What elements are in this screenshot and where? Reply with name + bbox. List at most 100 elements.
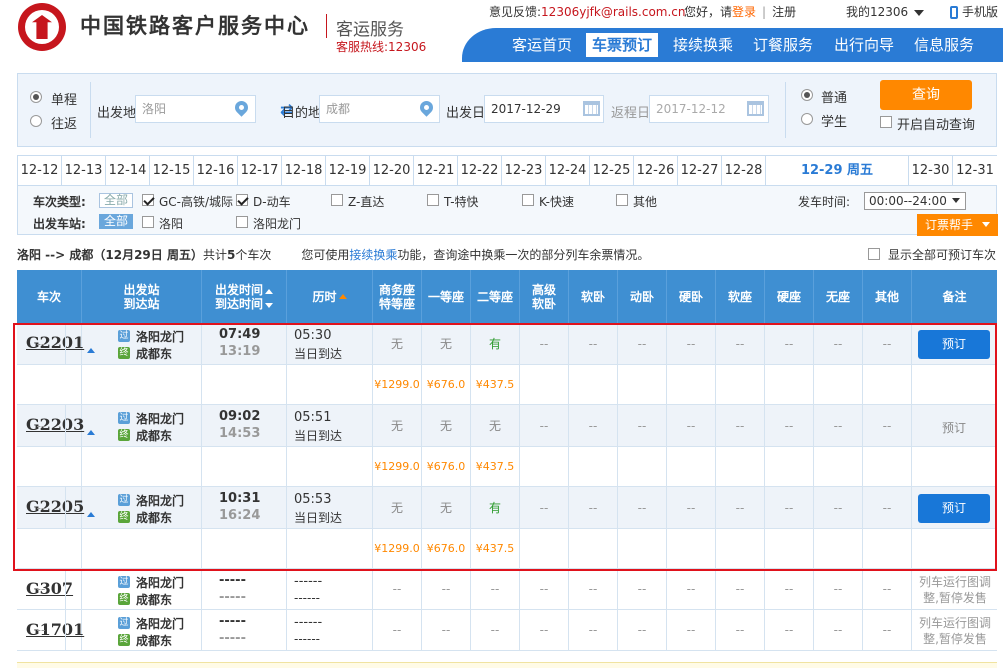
type-gc-checkbox[interactable]: [142, 194, 154, 206]
book-button[interactable]: 预订: [918, 330, 990, 359]
date-tab[interactable]: 12-20: [370, 156, 414, 186]
seat-availability: 无: [373, 405, 422, 446]
from-station[interactable]: 洛阳龙门: [136, 574, 184, 591]
feedback-email-link[interactable]: 12306yjfk@rails.com.cn: [541, 5, 685, 19]
login-link[interactable]: 登录: [732, 5, 756, 19]
from-station[interactable]: 洛阳龙门: [136, 615, 184, 632]
date-tab[interactable]: 12-30: [909, 156, 953, 186]
calendar-icon[interactable]: [583, 101, 600, 116]
col-times[interactable]: 出发时间 到达时间: [202, 270, 287, 323]
seat-availability: --: [814, 569, 863, 609]
railway-logo-icon[interactable]: [18, 3, 66, 51]
book-button[interactable]: 预订: [918, 494, 990, 523]
type-t-checkbox[interactable]: [427, 194, 439, 206]
my12306-menu[interactable]: 我的12306: [846, 3, 925, 20]
seat-availability: 有: [471, 323, 520, 364]
sort-asc-icon[interactable]: [265, 288, 273, 294]
from-station[interactable]: 洛阳龙门: [136, 492, 184, 509]
date-tab[interactable]: 12-13: [62, 156, 106, 186]
price-cell: [618, 447, 667, 486]
date-tab[interactable]: 12-31: [953, 156, 997, 186]
date-tab[interactable]: 12-24: [546, 156, 590, 186]
price-cell: [863, 365, 912, 404]
date-tab[interactable]: 12-23: [502, 156, 546, 186]
date-tab[interactable]: 12-25: [590, 156, 634, 186]
nav-meal[interactable]: 订餐服务: [753, 33, 813, 57]
ticket-price: ¥676.0: [426, 378, 466, 391]
ticket-price: ¥676.0: [426, 542, 466, 555]
seat-availability: --: [569, 405, 618, 446]
from-station[interactable]: 洛阳龙门: [136, 410, 184, 427]
expand-stops-icon[interactable]: [87, 512, 95, 517]
trip-single-radio[interactable]: [30, 91, 42, 103]
date-tab[interactable]: 12-27: [678, 156, 722, 186]
price-cell: [716, 529, 765, 568]
station-end-icon: 终: [118, 592, 130, 605]
seat-availability: --: [863, 610, 912, 650]
register-link[interactable]: 注册: [772, 5, 796, 19]
expand-stops-icon[interactable]: [87, 430, 95, 435]
to-station[interactable]: 成都东: [136, 632, 172, 649]
date-tab[interactable]: 12-16: [194, 156, 238, 186]
depart-time-select[interactable]: 00:00--24:00: [864, 192, 966, 210]
nav-home[interactable]: 客运首页: [512, 33, 572, 57]
booking-helper-button[interactable]: 订票帮手: [917, 214, 998, 236]
type-d-checkbox[interactable]: [236, 194, 248, 206]
nav-transfer[interactable]: 接续换乘: [673, 33, 733, 57]
to-station[interactable]: 成都东: [136, 427, 172, 444]
auto-query-checkbox[interactable]: [880, 116, 892, 128]
date-tab[interactable]: 12-18: [282, 156, 326, 186]
mobile-link[interactable]: 手机版: [950, 3, 998, 20]
price-cell: [618, 529, 667, 568]
date-tab[interactable]: 12-26: [634, 156, 678, 186]
calendar-icon[interactable]: [747, 101, 764, 116]
transfer-link[interactable]: 接续换乘: [349, 248, 397, 262]
col-duration[interactable]: 历时: [287, 270, 373, 323]
nav-travel-guide[interactable]: 出行向导: [834, 33, 894, 57]
seat-availability: --: [814, 323, 863, 364]
date-tab[interactable]: 12-12: [18, 156, 62, 186]
ticket-student-radio[interactable]: [801, 113, 813, 125]
date-tab[interactable]: 12-21: [414, 156, 458, 186]
nav-info[interactable]: 信息服务: [914, 33, 974, 57]
depart-date-label: 出发日: [446, 106, 486, 121]
col-train-no[interactable]: 车次: [17, 270, 82, 323]
station-longmen-checkbox[interactable]: [236, 216, 248, 228]
price-cell: [765, 447, 814, 486]
train-type-all-button[interactable]: 全部: [99, 193, 134, 208]
date-tab-active[interactable]: 12-29 周五: [766, 156, 909, 186]
date-tab[interactable]: 12-15: [150, 156, 194, 186]
expand-stops-icon[interactable]: [87, 348, 95, 353]
date-tab[interactable]: 12-14: [106, 156, 150, 186]
to-station[interactable]: 成都东: [136, 345, 172, 362]
search-panel: 单程 往返 出发地 洛阳 ⇄ 目的地 成都 出发日 2017-12-29 返程日…: [17, 73, 997, 147]
sort-asc-icon[interactable]: [338, 294, 347, 299]
date-tab[interactable]: 12-28: [722, 156, 766, 186]
station-luoyang-checkbox[interactable]: [142, 216, 154, 228]
date-tab[interactable]: 12-19: [326, 156, 370, 186]
feedback-info: 意见反馈:12306yjfk@rails.com.cn: [489, 5, 686, 19]
duration: ------: [294, 573, 323, 589]
phone-icon: [950, 6, 958, 19]
to-station[interactable]: 成都东: [136, 591, 172, 608]
date-tab[interactable]: 12-22: [458, 156, 502, 186]
type-k-checkbox[interactable]: [522, 194, 534, 206]
to-station[interactable]: 成都东: [136, 509, 172, 526]
type-z-checkbox[interactable]: [331, 194, 343, 206]
sort-desc-icon[interactable]: [265, 302, 273, 308]
show-all-label: 显示全部可预订车次: [888, 248, 997, 262]
show-all-checkbox[interactable]: [868, 248, 880, 260]
nav-ticket-booking[interactable]: 车票预订: [586, 33, 659, 57]
table-cell: [82, 447, 202, 486]
ticket-normal-radio[interactable]: [801, 89, 813, 101]
seat-availability: --: [765, 487, 814, 528]
from-station[interactable]: 洛阳龙门: [136, 328, 184, 345]
seat-availability: --: [716, 569, 765, 609]
station-end-icon: 终: [118, 429, 130, 441]
type-other-checkbox[interactable]: [616, 194, 628, 206]
date-tab[interactable]: 12-17: [238, 156, 282, 186]
station-all-button[interactable]: 全部: [99, 214, 134, 229]
trip-round-radio[interactable]: [30, 115, 42, 127]
query-button[interactable]: 查询: [880, 80, 972, 110]
arrive-time: 16:24: [219, 508, 261, 523]
